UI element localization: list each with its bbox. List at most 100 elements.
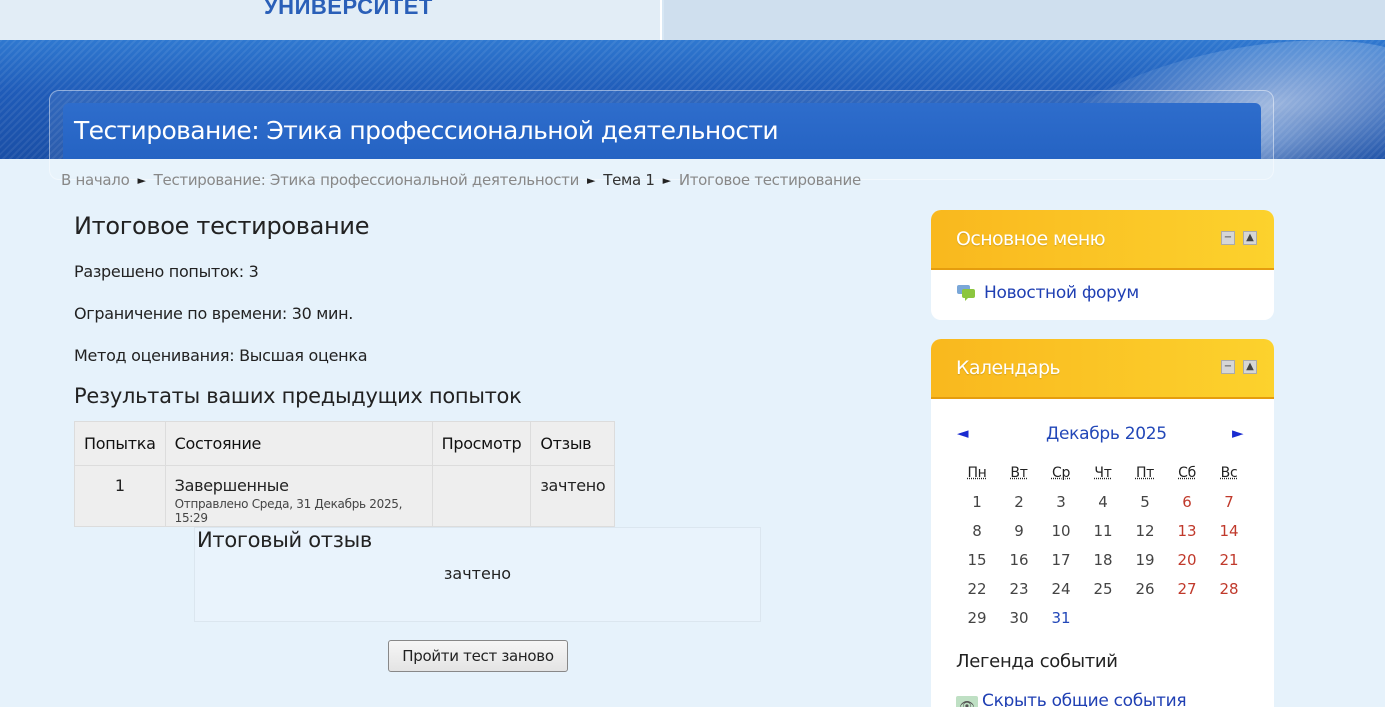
calendar-day: 23 xyxy=(1009,579,1029,598)
breadcrumb-course[interactable]: Тестирование: Этика профессиональной дея… xyxy=(154,171,580,189)
eye-icon: 👁 xyxy=(956,696,978,707)
calendar-day-empty xyxy=(1124,603,1166,632)
main-menu-title: Основное меню xyxy=(956,228,1106,250)
calendar-day: 30 xyxy=(1009,608,1029,627)
breadcrumb-separator-icon: ► xyxy=(587,174,596,187)
hide-global-events-label[interactable]: Скрыть общие события xyxy=(982,691,1187,707)
main-menu-header: Основное меню − ▲ xyxy=(931,210,1274,270)
site-logo-text[interactable]: УНИВЕРСИТЕТ xyxy=(264,0,433,20)
calendar-day-empty xyxy=(1166,603,1208,632)
breadcrumb-home[interactable]: В начало xyxy=(61,171,130,189)
calendar-day: 18 xyxy=(1093,550,1113,569)
calendar-day-weekend: 6 xyxy=(1182,492,1192,511)
calendar-day-weekend: 21 xyxy=(1219,550,1239,569)
attempt-number: 1 xyxy=(74,465,166,527)
weekday-tue: Вт xyxy=(1010,465,1028,481)
page-title: Итоговое тестирование xyxy=(74,212,370,240)
main-menu-block: Основное меню − ▲ Новостной форум xyxy=(931,210,1274,320)
calendar-day: 4 xyxy=(1098,492,1108,511)
calendar-week: 22 23 24 25 26 27 28 xyxy=(956,574,1250,603)
weekday-wed: Ср xyxy=(1051,465,1071,481)
minimize-icon[interactable]: − xyxy=(1221,231,1235,245)
move-up-icon[interactable]: ▲ xyxy=(1243,360,1257,374)
calendar-day: 12 xyxy=(1135,521,1155,540)
breadcrumb-section[interactable]: Тема 1 xyxy=(603,171,655,189)
calendar-day-weekend: 13 xyxy=(1177,521,1197,540)
calendar-header: Календарь − ▲ xyxy=(931,339,1274,399)
calendar-day: 24 xyxy=(1051,579,1071,598)
calendar-day: 10 xyxy=(1051,521,1071,540)
forum-icon xyxy=(957,285,975,301)
calendar-week: 1 2 3 4 5 6 7 xyxy=(956,487,1250,516)
course-title: Тестирование: Этика профессиональной дея… xyxy=(74,116,779,145)
calendar-day: 1 xyxy=(972,492,982,511)
overall-feedback-box: Итоговый отзыв зачтено xyxy=(194,527,761,622)
event-legend-title: Легенда событий xyxy=(956,651,1118,672)
table-row: 1 Завершенные Отправлено Среда, 31 Декаб… xyxy=(74,465,616,527)
overall-feedback-title: Итоговый отзыв xyxy=(197,528,372,552)
calendar-day: 26 xyxy=(1135,579,1155,598)
weekday-mon: Пн xyxy=(967,465,987,481)
calendar-week: 15 16 17 18 19 20 21 xyxy=(956,545,1250,574)
calendar-day: 25 xyxy=(1093,579,1113,598)
calendar-prev-month-icon[interactable]: ◄ xyxy=(957,424,969,442)
calendar-day: 11 xyxy=(1093,521,1113,540)
calendar-month-link[interactable]: Декабрь 2025 xyxy=(1046,424,1167,444)
calendar-day-today[interactable]: 31 xyxy=(1040,603,1082,632)
weekday-thu: Чт xyxy=(1094,465,1112,481)
calendar-day-weekend: 20 xyxy=(1177,550,1197,569)
column-header-feedback: Отзыв xyxy=(530,421,616,466)
breadcrumb-separator-icon: ► xyxy=(137,174,146,187)
breadcrumb: В начало ► Тестирование: Этика профессиона… xyxy=(61,171,861,189)
calendar-block: Календарь − ▲ ◄ Декабрь 2025 ► Пн Вт Ср … xyxy=(931,339,1274,707)
calendar-day: 19 xyxy=(1135,550,1155,569)
breadcrumb-separator-icon: ► xyxy=(662,174,671,187)
attempt-state: Завершенные xyxy=(174,476,289,495)
attempts-table: Попытка Состояние Просмотр Отзыв 1 Завер… xyxy=(74,421,616,527)
calendar-next-month-icon[interactable]: ► xyxy=(1232,424,1244,442)
news-forum-link[interactable]: Новостной форум xyxy=(956,283,1139,303)
calendar-day-weekend: 28 xyxy=(1219,579,1239,598)
main-content: Итоговое тестирование Разрешено попыток:… xyxy=(74,212,774,672)
calendar-week: 8 9 10 11 12 13 14 xyxy=(956,516,1250,545)
calendar-grid: Пн Вт Ср Чт Пт Сб Вс 1 2 3 4 5 6 7 8 9 1… xyxy=(956,459,1250,632)
minimize-icon[interactable]: − xyxy=(1221,360,1235,374)
calendar-day: 29 xyxy=(967,608,987,627)
top-strip: УНИВЕРСИТЕТ xyxy=(0,0,1385,40)
news-forum-label[interactable]: Новостной форум xyxy=(984,283,1139,303)
attempt-review-cell xyxy=(431,465,532,527)
calendar-day: 22 xyxy=(967,579,987,598)
breadcrumb-current: Итоговое тестирование xyxy=(678,171,861,189)
attempts-allowed: Разрешено попыток: 3 xyxy=(74,262,259,281)
move-up-icon[interactable]: ▲ xyxy=(1243,231,1257,245)
weekday-sun: Вс xyxy=(1220,465,1238,481)
column-header-attempt: Попытка xyxy=(74,421,166,466)
results-heading: Результаты ваших предыдущих попыток xyxy=(74,384,522,408)
calendar-weekday-row: Пн Вт Ср Чт Пт Сб Вс xyxy=(956,459,1250,487)
calendar-day: 5 xyxy=(1140,492,1150,511)
calendar-day: 17 xyxy=(1051,550,1071,569)
calendar-day: 9 xyxy=(1014,521,1024,540)
weekday-fri: Пт xyxy=(1135,465,1155,481)
calendar-week: 29 30 31 xyxy=(956,603,1250,632)
calendar-day: 3 xyxy=(1056,492,1066,511)
table-header-row: Попытка Состояние Просмотр Отзыв xyxy=(74,421,616,466)
retake-quiz-button[interactable]: Пройти тест заново xyxy=(388,640,568,672)
attempt-state-cell: Завершенные Отправлено Среда, 31 Декабрь… xyxy=(164,465,433,527)
hide-global-events-link[interactable]: 👁 Скрыть общие события xyxy=(956,691,1187,707)
column-header-state: Состояние xyxy=(164,421,433,466)
calendar-day: 2 xyxy=(1014,492,1024,511)
calendar-day-weekend: 7 xyxy=(1224,492,1234,511)
calendar-day: 8 xyxy=(972,521,982,540)
header-right-area xyxy=(664,0,1385,40)
overall-feedback-value: зачтено xyxy=(443,564,512,583)
column-header-review: Просмотр xyxy=(431,421,532,466)
weekday-sat: Сб xyxy=(1178,465,1196,481)
attempt-feedback: зачтено xyxy=(530,465,616,527)
attempt-submitted-time: Отправлено Среда, 31 Декабрь 2025, 15:29 xyxy=(174,497,403,525)
calendar-day-empty xyxy=(1082,603,1124,632)
calendar-title: Календарь xyxy=(956,357,1061,379)
site-logo-area: УНИВЕРСИТЕТ xyxy=(0,0,662,40)
time-limit: Ограничение по времени: 30 мин. xyxy=(74,304,354,323)
calendar-day-weekend: 27 xyxy=(1177,579,1197,598)
